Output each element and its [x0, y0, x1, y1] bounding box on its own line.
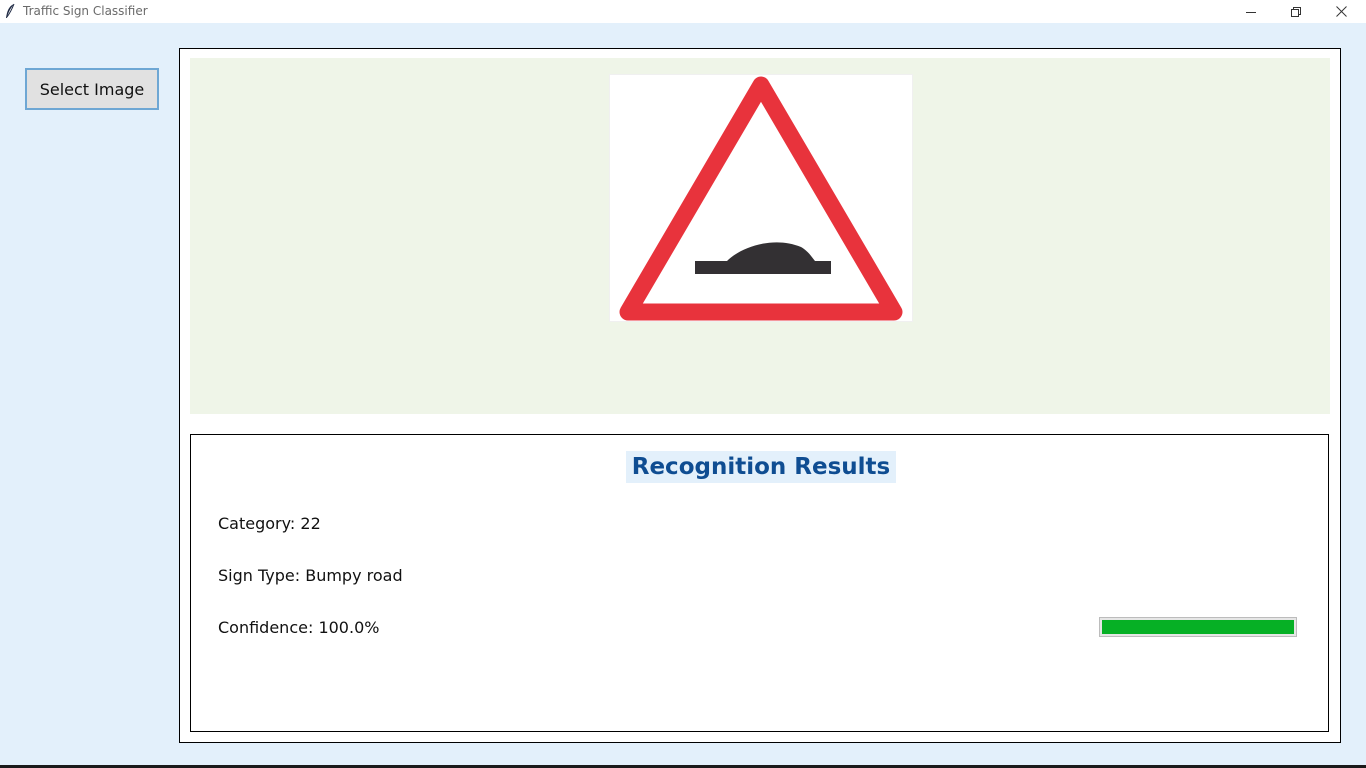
confidence-progress-fill	[1102, 620, 1294, 634]
results-title: Recognition Results	[626, 451, 896, 483]
close-button[interactable]	[1318, 0, 1364, 23]
restore-icon	[1291, 6, 1301, 17]
results-panel: Recognition Results Category: 22 Sign Ty…	[190, 434, 1329, 732]
minimize-button[interactable]	[1228, 0, 1274, 23]
sign-image	[609, 74, 913, 322]
category-label: Category: 22	[218, 514, 321, 533]
main-frame: Recognition Results Category: 22 Sign Ty…	[179, 48, 1341, 743]
image-panel	[190, 58, 1330, 414]
select-image-button[interactable]: Select Image	[25, 68, 159, 110]
title-bar: Traffic Sign Classifier	[0, 0, 1366, 23]
bumpy-road-sign-icon	[619, 76, 903, 321]
minimize-icon	[1246, 11, 1256, 13]
sign-type-label: Sign Type: Bumpy road	[218, 566, 403, 585]
confidence-label: Confidence: 100.0%	[218, 618, 380, 637]
close-icon	[1335, 6, 1347, 17]
feather-icon	[4, 3, 16, 20]
window-title: Traffic Sign Classifier	[23, 4, 148, 18]
confidence-progress-bar	[1099, 617, 1297, 637]
restore-button[interactable]	[1273, 0, 1319, 23]
